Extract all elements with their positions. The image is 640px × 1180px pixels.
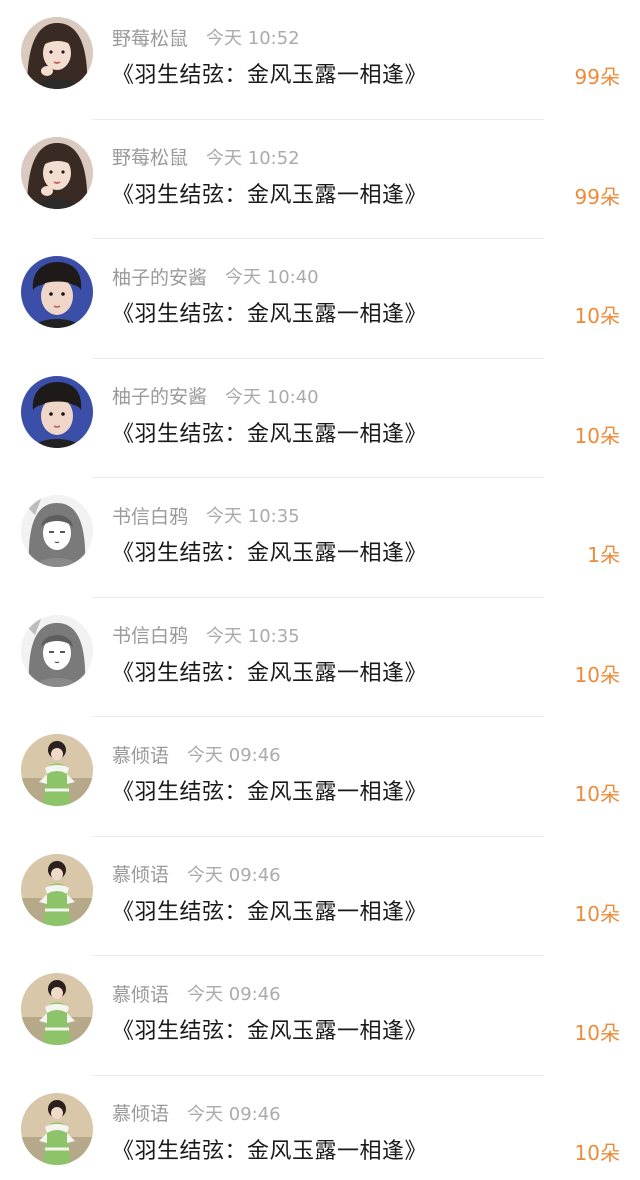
timestamp: 今天 10:35: [206, 625, 300, 647]
item-title[interactable]: 《羽生结弦：金风玉露一相逢》: [112, 1013, 427, 1045]
list-item[interactable]: 慕倾语 今天 09:46 《羽生结弦：金风玉露一相逢》 10朵: [0, 717, 640, 837]
costume-avatar-icon[interactable]: [21, 973, 93, 1045]
flower-count: 10朵: [574, 901, 620, 926]
flower-count: 10朵: [574, 662, 620, 687]
list-item[interactable]: 柚子的安酱 今天 10:40 《羽生结弦：金风玉露一相逢》 10朵: [0, 239, 640, 359]
costume-avatar-icon[interactable]: [21, 1092, 93, 1165]
item-title[interactable]: 《羽生结弦：金风玉露一相逢》: [112, 416, 427, 448]
costume-avatar-icon[interactable]: [21, 853, 93, 926]
timestamp: 今天 09:46: [187, 864, 281, 886]
item-meta: 慕倾语 今天 09:46: [112, 860, 281, 888]
user-name[interactable]: 野莓松鼠: [112, 143, 188, 170]
flower-count: 1朵: [587, 543, 620, 567]
list-item[interactable]: 慕倾语 今天 09:46 《羽生结弦：金风玉露一相逢》 10朵: [0, 837, 640, 956]
timestamp: 今天 10:40: [225, 386, 319, 408]
item-meta: 慕倾语 今天 09:46: [112, 740, 281, 768]
flower-count: 10朵: [574, 423, 620, 448]
item-title[interactable]: 《羽生结弦：金风玉露一相逢》: [112, 894, 427, 926]
item-title[interactable]: 《羽生结弦：金风玉露一相逢》: [112, 535, 427, 567]
item-title[interactable]: 《羽生结弦：金风玉露一相逢》: [112, 774, 427, 806]
user-name[interactable]: 慕倾语: [112, 1099, 169, 1126]
user-name[interactable]: 野莓松鼠: [112, 24, 188, 51]
user-name[interactable]: 慕倾语: [112, 860, 169, 887]
user-name[interactable]: 柚子的安酱: [112, 382, 207, 409]
user-name[interactable]: 慕倾语: [112, 980, 169, 1007]
item-meta: 野莓松鼠 今天 10:52: [112, 23, 300, 51]
flower-count: 10朵: [574, 1021, 620, 1045]
timestamp: 今天 10:35: [206, 506, 300, 527]
list-item[interactable]: 慕倾语 今天 09:46 《羽生结弦：金风玉露一相逢》 10朵: [0, 1076, 640, 1180]
flower-count: 10朵: [574, 304, 620, 328]
item-meta: 慕倾语 今天 09:46: [112, 1099, 281, 1127]
item-meta: 野莓松鼠 今天 10:52: [112, 143, 300, 171]
flower-count: 99朵: [574, 65, 620, 89]
timestamp: 今天 09:46: [187, 984, 281, 1005]
list-item[interactable]: 柚子的安酱 今天 10:40 《羽生结弦：金风玉露一相逢》 10朵: [0, 359, 640, 478]
boy-avatar-icon[interactable]: [21, 256, 93, 328]
flower-count: 10朵: [574, 782, 620, 806]
item-title[interactable]: 《羽生结弦：金风玉露一相逢》: [112, 177, 427, 209]
user-name[interactable]: 慕倾语: [112, 741, 169, 768]
boy-avatar-icon[interactable]: [21, 375, 93, 448]
flower-count: 99朵: [574, 184, 620, 209]
item-title[interactable]: 《羽生结弦：金风玉露一相逢》: [112, 1133, 427, 1165]
item-meta: 柚子的安酱 今天 10:40: [112, 382, 319, 410]
timestamp: 今天 10:52: [206, 28, 300, 49]
timestamp: 今天 09:46: [187, 745, 281, 766]
girl-avatar-icon[interactable]: [21, 17, 93, 89]
item-meta: 柚子的安酱 今天 10:40: [112, 262, 319, 290]
timestamp: 今天 10:52: [206, 147, 300, 169]
item-title[interactable]: 《羽生结弦：金风玉露一相逢》: [112, 655, 427, 687]
timestamp: 今天 09:46: [187, 1103, 281, 1125]
item-title[interactable]: 《羽生结弦：金风玉露一相逢》: [112, 296, 427, 328]
list-item[interactable]: 书信白鸦 今天 10:35 《羽生结弦：金风玉露一相逢》 1朵: [0, 478, 640, 598]
list-item[interactable]: 慕倾语 今天 09:46 《羽生结弦：金风玉露一相逢》 10朵: [0, 956, 640, 1076]
costume-avatar-icon[interactable]: [21, 734, 93, 806]
flower-count: 10朵: [574, 1140, 620, 1165]
list-item[interactable]: 野莓松鼠 今天 10:52 《羽生结弦：金风玉露一相逢》 99朵: [0, 0, 640, 120]
user-name[interactable]: 书信白鸦: [112, 502, 188, 529]
list-item[interactable]: 书信白鸦 今天 10:35 《羽生结弦：金风玉露一相逢》 10朵: [0, 598, 640, 717]
item-meta: 书信白鸦 今天 10:35: [112, 501, 300, 529]
user-name[interactable]: 柚子的安酱: [112, 263, 207, 290]
manga-avatar-icon[interactable]: [21, 614, 93, 687]
item-title[interactable]: 《羽生结弦：金风玉露一相逢》: [112, 57, 427, 89]
item-meta: 书信白鸦 今天 10:35: [112, 621, 300, 649]
girl-avatar-icon[interactable]: [21, 136, 93, 209]
manga-avatar-icon[interactable]: [21, 495, 93, 567]
item-meta: 慕倾语 今天 09:46: [112, 979, 281, 1007]
gift-record-list: 野莓松鼠 今天 10:52 《羽生结弦：金风玉露一相逢》 99朵 野莓松鼠 今天…: [0, 0, 640, 1180]
timestamp: 今天 10:40: [225, 267, 319, 288]
user-name[interactable]: 书信白鸦: [112, 621, 188, 648]
list-item[interactable]: 野莓松鼠 今天 10:52 《羽生结弦：金风玉露一相逢》 99朵: [0, 120, 640, 239]
